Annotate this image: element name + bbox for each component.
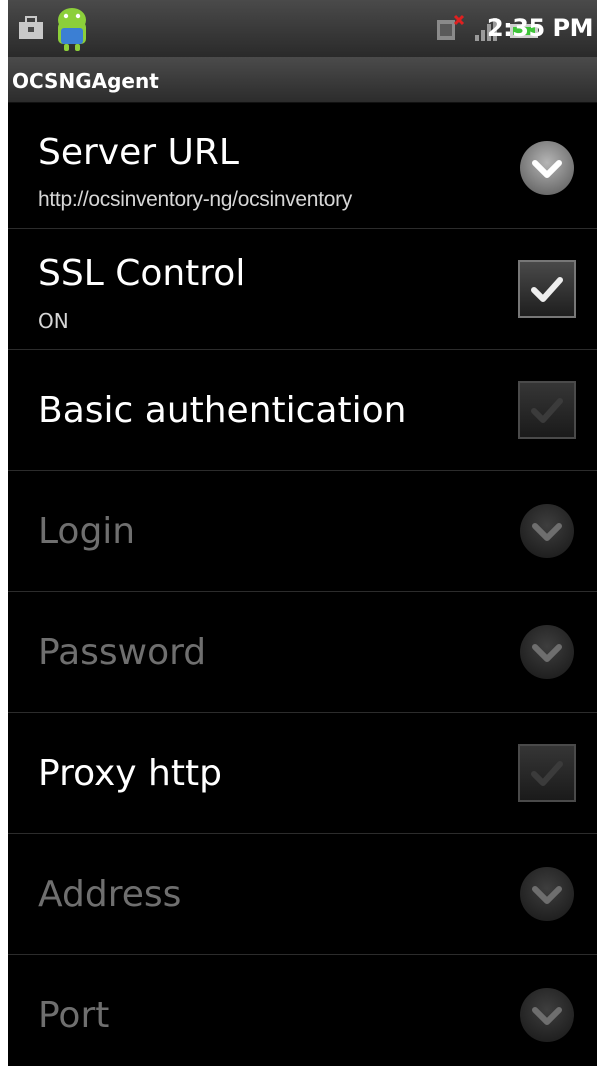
pref-ssl-control[interactable]: SSL Control ON [8, 229, 597, 350]
app-title: OCSNGAgent [12, 69, 159, 93]
shopping-bag-icon [19, 16, 43, 39]
pref-title: Password [38, 632, 207, 673]
pref-summary: http://ocsinventory-ng/ocsinventory [38, 188, 352, 211]
checkbox-checked[interactable] [517, 259, 577, 319]
app-title-bar: OCSNGAgent [8, 57, 597, 103]
no-sim-icon [437, 14, 465, 40]
pref-address: Address [8, 834, 597, 955]
preferences-list: Server URL http://ocsinventory-ng/ocsinv… [8, 108, 597, 1066]
status-bar: 2:35 PM [8, 0, 597, 57]
pref-title: Login [38, 511, 136, 552]
pref-password: Password [8, 592, 597, 713]
status-clock: 2:35 PM [486, 14, 594, 42]
chevron-down-icon[interactable] [517, 138, 577, 198]
pref-title: Port [38, 995, 110, 1036]
chevron-down-icon [520, 625, 574, 679]
pref-proxy-http[interactable]: Proxy http [8, 713, 597, 834]
pref-login: Login [8, 471, 597, 592]
chevron-down-icon [520, 504, 574, 558]
android-icon [58, 8, 86, 51]
checkbox-unchecked[interactable] [517, 380, 577, 440]
phone-screen: 2:35 PM OCSNGAgent Server URL http://ocs… [8, 0, 597, 1066]
pref-title: SSL Control [38, 253, 246, 294]
pref-basic-authentication[interactable]: Basic authentication [8, 350, 597, 471]
pref-server-url[interactable]: Server URL http://ocsinventory-ng/ocsinv… [8, 108, 597, 229]
pref-title: Proxy http [38, 753, 222, 794]
pref-title: Basic authentication [38, 390, 407, 431]
pref-port: Port [8, 955, 597, 1066]
pref-title: Address [38, 874, 182, 915]
pref-title: Server URL [38, 132, 239, 173]
chevron-down-icon [520, 867, 574, 921]
checkbox-unchecked[interactable] [517, 743, 577, 803]
pref-summary: ON [38, 309, 69, 333]
chevron-down-icon [520, 988, 574, 1042]
